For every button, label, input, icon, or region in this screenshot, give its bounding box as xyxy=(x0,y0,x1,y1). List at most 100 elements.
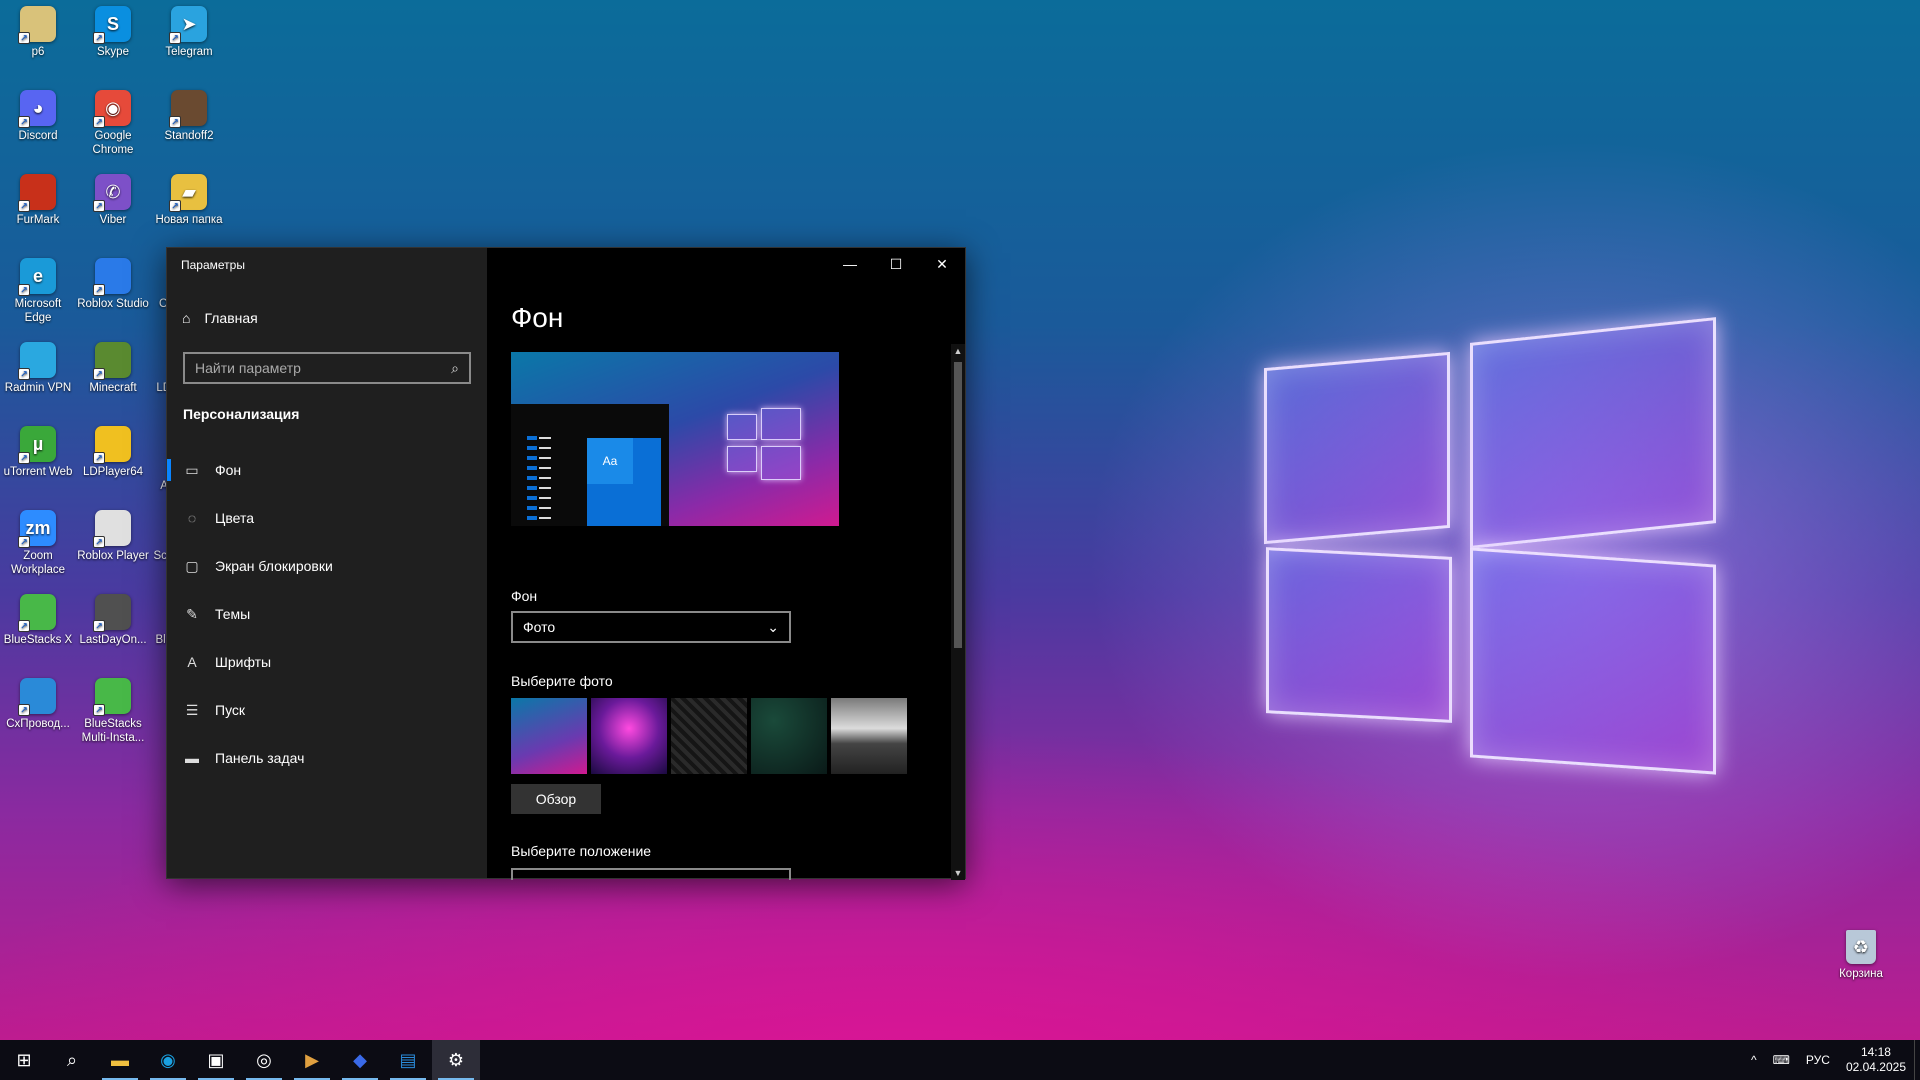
shortcut-arrow-icon: ↗ xyxy=(18,452,30,464)
explorer-app-icon: ↗ xyxy=(18,678,56,716)
nav-item[interactable]: ✎ Темы xyxy=(167,592,487,636)
picture-icon: ▭ xyxy=(185,461,199,478)
shortcut-arrow-icon: ↗ xyxy=(18,284,30,296)
desktop-icon-label: Skype xyxy=(97,46,129,58)
viber-icon: ✆ ↗ xyxy=(93,174,131,212)
clock-date: 02.04.2025 xyxy=(1845,1060,1906,1074)
nav-item[interactable]: ▭ Фон xyxy=(167,448,487,492)
search-icon: ⌕ xyxy=(451,359,459,376)
shortcut-arrow-icon: ↗ xyxy=(93,452,105,464)
nav-item[interactable]: ◌ Цвета xyxy=(167,496,487,540)
nav-item[interactable]: ▢ Экран блокировки xyxy=(167,544,487,588)
radmin-vpn-icon: ↗ xyxy=(18,342,56,380)
preview-tile-text: Aa xyxy=(587,438,633,484)
taskbar-settings[interactable]: ⚙ xyxy=(432,1040,480,1080)
start-button[interactable]: ⊞ xyxy=(0,1040,48,1080)
show-hidden-icons-button[interactable]: ^ xyxy=(1743,1053,1765,1067)
taskbar-file-explorer[interactable]: ▬ xyxy=(96,1040,144,1080)
scroll-down-icon[interactable]: ▼ xyxy=(951,868,965,878)
desktop-icon[interactable]: ↗ FurMark xyxy=(1,174,75,227)
nav-item-label: Цвета xyxy=(215,510,254,526)
shortcut-arrow-icon: ↗ xyxy=(18,536,30,548)
desktop-icon[interactable]: ↗ Roblox Studio xyxy=(76,258,150,311)
show-desktop-button[interactable] xyxy=(1914,1040,1920,1080)
taskbar-remote[interactable]: ▤ xyxy=(384,1040,432,1080)
taskbar-obs[interactable]: ◎ xyxy=(240,1040,288,1080)
shortcut-arrow-icon: ↗ xyxy=(18,200,30,212)
nav-item[interactable]: ☰ Пуск xyxy=(167,688,487,732)
taskbar-edge[interactable]: ◉ xyxy=(144,1040,192,1080)
recycle-bin[interactable]: ♻ Корзина xyxy=(1824,930,1898,981)
desktop-icon[interactable]: ↗ p6 xyxy=(1,6,75,59)
desktop-icon[interactable]: ↗ Standoff2 xyxy=(152,90,226,143)
photo-thumb-3[interactable] xyxy=(671,698,747,774)
taskbar-media-player[interactable]: ▶ xyxy=(288,1040,336,1080)
photo-thumb-1[interactable] xyxy=(511,698,587,774)
desktop-icon[interactable]: µ ↗ uTorrent Web xyxy=(1,426,75,479)
desktop-icon-label: Google Chrome xyxy=(92,130,134,156)
search-input[interactable]: Найти параметр ⌕ xyxy=(183,352,471,384)
language-indicator[interactable]: РУС xyxy=(1798,1053,1838,1067)
preview-tiles: Aa xyxy=(587,438,661,526)
photo-thumb-4[interactable] xyxy=(751,698,827,774)
desktop-icon-label: Новая папка xyxy=(155,214,223,226)
minimize-button[interactable]: — xyxy=(827,248,873,280)
nav-item-label: Фон xyxy=(215,462,242,478)
desktop-icon[interactable]: ▰ ↗ Новая папка xyxy=(152,174,226,227)
recycle-bin-icon: ♻ xyxy=(1846,930,1876,964)
lock-screen-icon: ▢ xyxy=(185,557,199,574)
desktop-icon[interactable]: ↗ LDPlayer64 xyxy=(76,426,150,479)
browse-button[interactable]: Обзор xyxy=(511,784,601,814)
maximize-button[interactable]: ☐ xyxy=(873,248,919,280)
shortcut-arrow-icon: ↗ xyxy=(18,116,30,128)
desktop-icon[interactable]: e ↗ Microsoft Edge xyxy=(1,258,75,325)
shortcut-arrow-icon: ↗ xyxy=(169,116,181,128)
desktop-icon[interactable]: ↗ Minecraft xyxy=(76,342,150,395)
background-preview: Aa xyxy=(511,352,839,526)
desktop-icon[interactable]: ↗ BlueStacks X xyxy=(1,594,75,647)
fit-dropdown[interactable] xyxy=(511,868,791,880)
desktop-icon[interactable]: ➤ ↗ Telegram xyxy=(152,6,226,59)
shortcut-arrow-icon: ↗ xyxy=(18,704,30,716)
desktop-icon-label: Discord xyxy=(18,130,58,142)
window-title: Параметры xyxy=(181,258,245,272)
scroll-up-icon[interactable]: ▲ xyxy=(951,346,965,356)
desktop-icon[interactable]: ◕ ↗ Discord xyxy=(1,90,75,143)
desktop-icon[interactable]: zm ↗ Zoom Workplace xyxy=(1,510,75,577)
home-link[interactable]: ⌂ Главная xyxy=(182,310,258,326)
nav-item[interactable]: ▬ Панель задач xyxy=(167,736,487,780)
taskbar-bluestacks[interactable]: ◆ xyxy=(336,1040,384,1080)
desktop-icon-label: Roblox Player xyxy=(77,550,149,562)
photo-thumb-2[interactable] xyxy=(591,698,667,774)
content-scrollbar[interactable]: ▲ ▼ xyxy=(951,344,965,880)
desktop-icon[interactable]: ↗ BlueStacks Multi-Insta... xyxy=(76,678,150,745)
close-button[interactable]: ✕ xyxy=(919,248,965,280)
desktop-icon[interactable]: ↗ CxПровод... xyxy=(1,678,75,731)
lastday-icon: ↗ xyxy=(93,594,131,632)
nav-item[interactable]: A Шрифты xyxy=(167,640,487,684)
desktop-icon[interactable]: ↗ Radmin VPN xyxy=(1,342,75,395)
taskbar-task-manager[interactable]: ▣ xyxy=(192,1040,240,1080)
shortcut-arrow-icon: ↗ xyxy=(93,536,105,548)
photo-thumb-5[interactable] xyxy=(831,698,907,774)
chrome-icon: ◉ ↗ xyxy=(93,90,131,128)
search-placeholder: Найти параметр xyxy=(195,360,301,376)
desktop-icon-label: p6 xyxy=(31,46,45,58)
background-type-value: Фото xyxy=(523,619,556,635)
system-tray: ^ ⌨ РУС 14:18 02.04.2025 xyxy=(1743,1040,1920,1080)
clock[interactable]: 14:18 02.04.2025 xyxy=(1838,1045,1914,1075)
keyboard-icon[interactable]: ⌨ xyxy=(1765,1053,1798,1067)
desktop-icon[interactable]: ✆ ↗ Viber xyxy=(76,174,150,227)
taskbar-search-button[interactable]: ⌕ xyxy=(48,1040,96,1080)
nav-item-label: Пуск xyxy=(215,702,246,718)
roblox-studio-icon: ↗ xyxy=(93,258,131,296)
desktop-icon-label: Roblox Studio xyxy=(77,298,149,310)
scrollbar-thumb[interactable] xyxy=(954,362,962,648)
desktop-icon[interactable]: ↗ LastDayOn... xyxy=(76,594,150,647)
background-type-dropdown[interactable]: Фото ⌄ xyxy=(511,611,791,643)
desktop-icon-label: CxПровод... xyxy=(6,718,70,730)
desktop-icon[interactable]: ◉ ↗ Google Chrome xyxy=(76,90,150,157)
desktop-icon[interactable]: S ↗ Skype xyxy=(76,6,150,59)
desktop-icon[interactable]: ↗ Roblox Player xyxy=(76,510,150,563)
choose-photo-label: Выберите фото xyxy=(511,673,613,689)
